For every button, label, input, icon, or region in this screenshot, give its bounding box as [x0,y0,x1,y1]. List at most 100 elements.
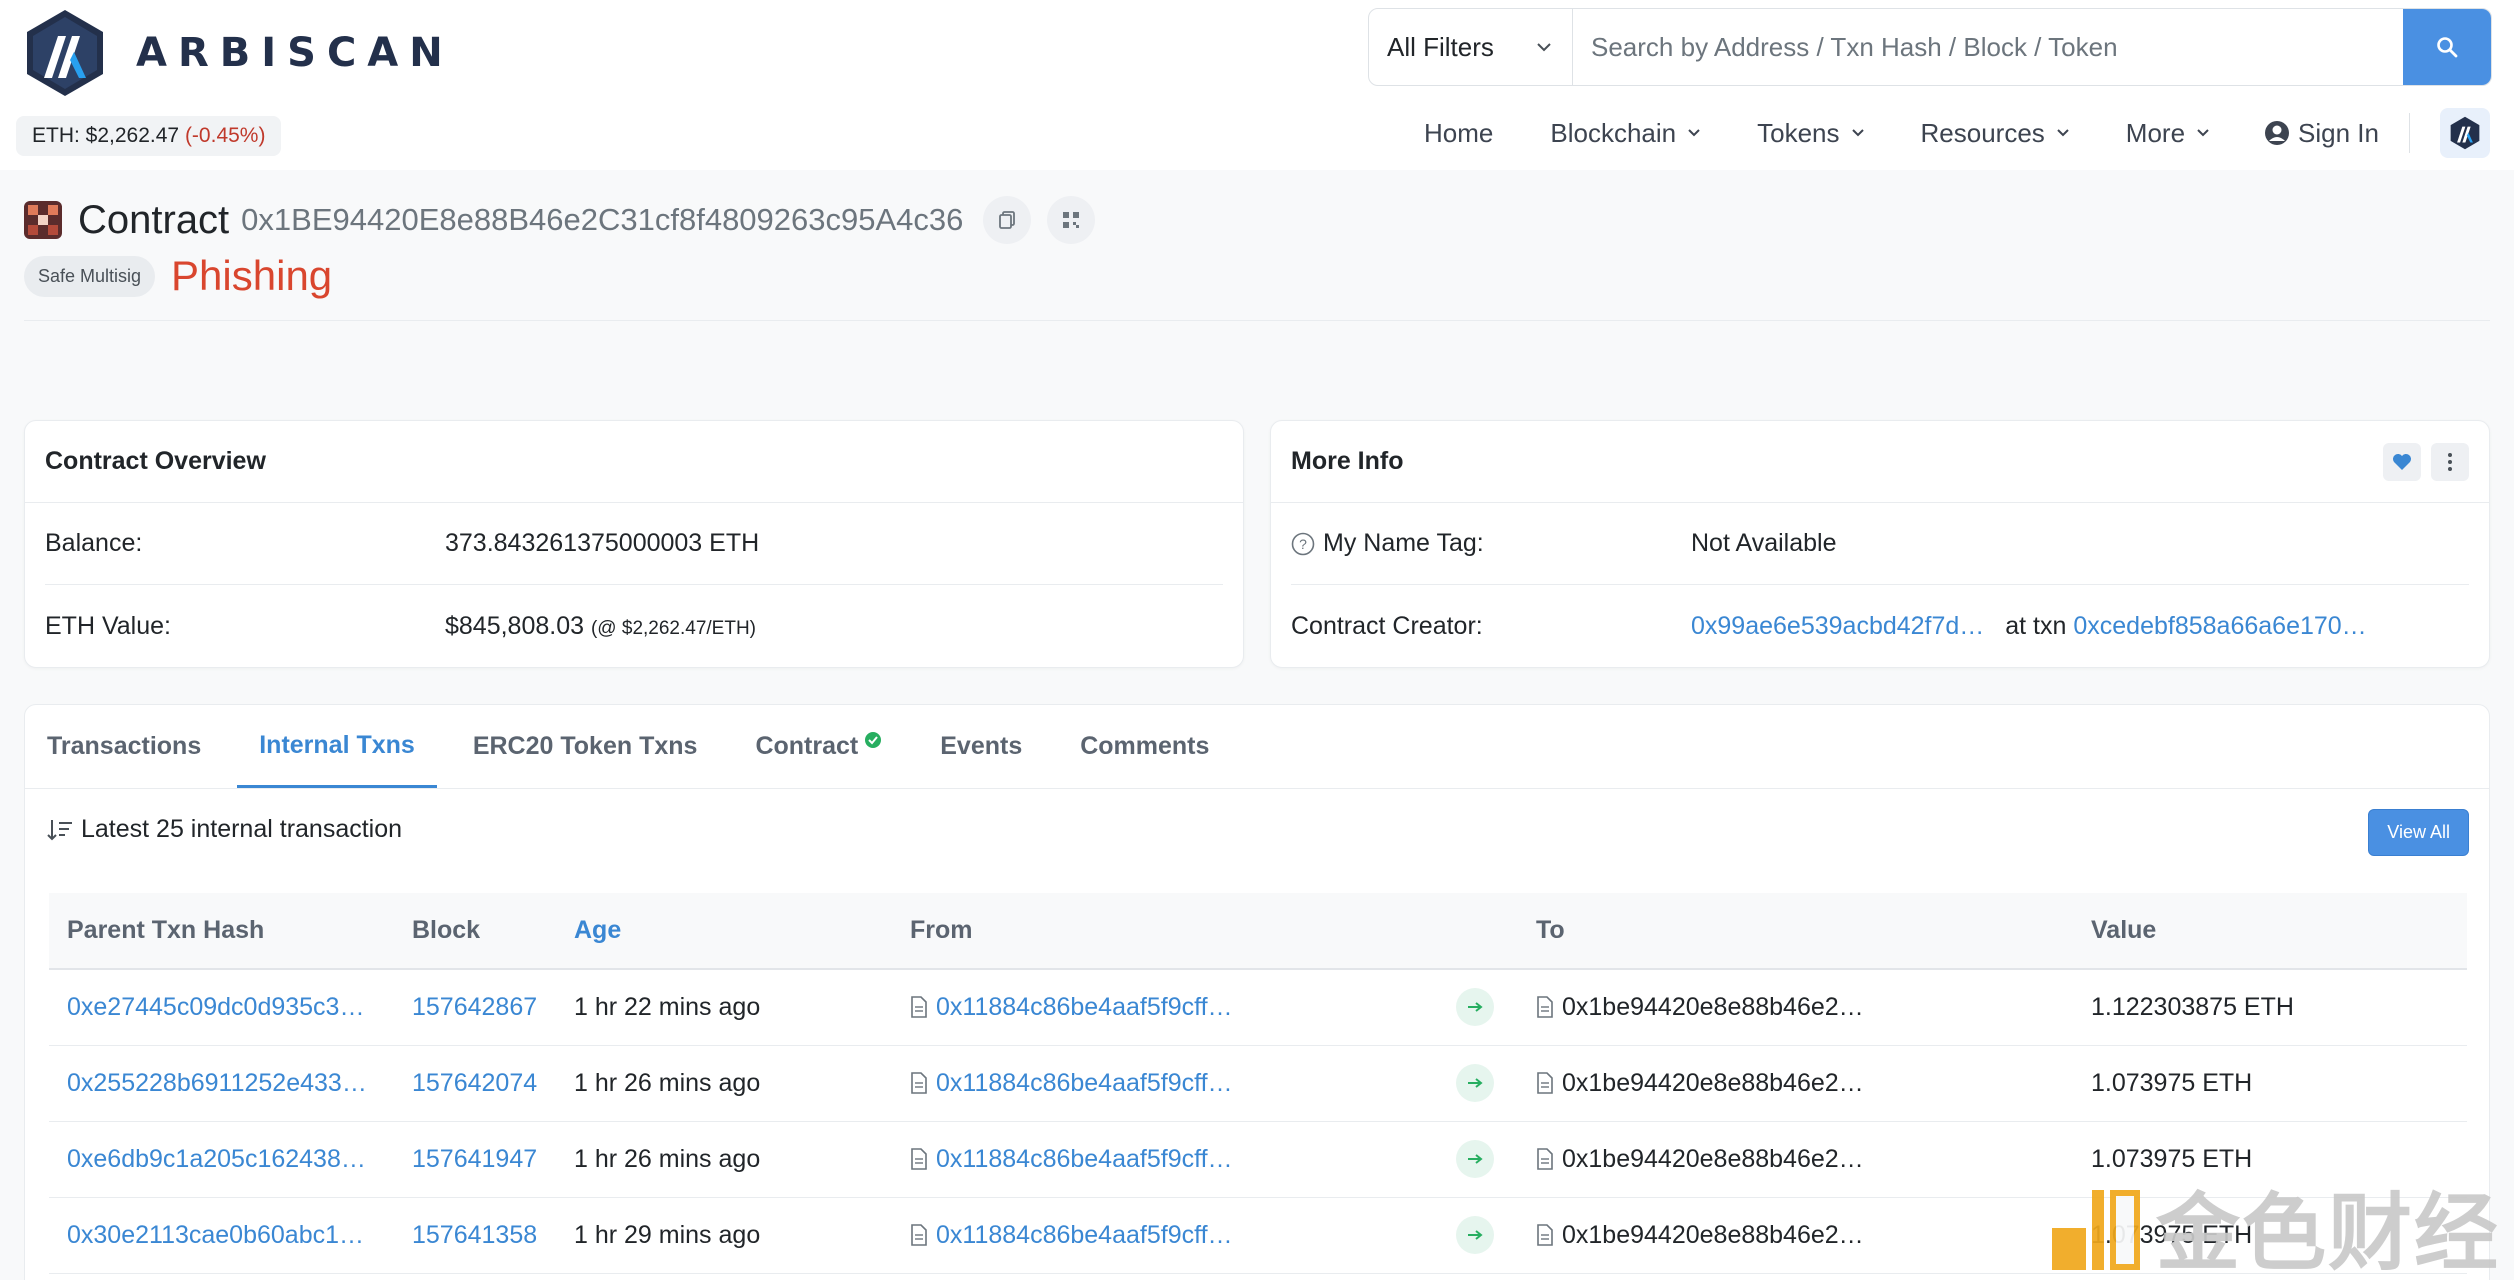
col-from: From [892,893,1438,970]
balance-label: Balance: [45,529,143,557]
block-link[interactable]: 157641947 [394,1121,556,1197]
nav-blockchain[interactable]: Blockchain [1550,113,1700,153]
safe-multisig-badge[interactable]: Safe Multisig [24,255,156,297]
eth-price-badge[interactable]: ETH: $2,262.47 (-0.45%) [16,116,282,156]
col-value: Value [2073,893,2467,970]
nav-tokens-label: Tokens [1757,117,1840,148]
col-age[interactable]: Age [556,893,892,970]
contract-creator-group: 0x99ae6e539acbd42f7d… at txn 0xcedebf858… [1691,612,2367,641]
to-address: 0x1be94420e8e88b46e2… [1562,992,1864,1021]
col-block: Block [394,893,556,970]
more-vertical-icon [2448,452,2452,471]
chevron-down-icon [1688,129,1700,137]
copy-address-button[interactable] [983,196,1032,244]
watermark-text: 金色财经 [2156,1184,2501,1280]
page-title: Contract 0x1BE94420E8e88B46e2C31cf8f4809… [24,196,1096,244]
col-parent-txn-hash: Parent Txn Hash [49,893,394,970]
nav-home[interactable]: Home [1424,113,1493,153]
at-txn-label: at txn [2005,611,2067,640]
more-options-button[interactable] [2431,442,2469,481]
to-address: 0x1be94420e8e88b46e2… [1562,1068,1864,1097]
to-address: 0x1be94420e8e88b46e2… [1562,1144,1864,1173]
parent-txn-hash-link[interactable]: 0xe27445c09dc0d935c3… [49,969,394,1045]
nav-blockchain-label: Blockchain [1550,117,1677,148]
from-address-link[interactable]: 0x11884c86be4aaf5f9cff… [936,1221,1233,1250]
contract-overview-heading: Contract Overview [25,421,1243,503]
table-row: 0xe27445c09dc0d935c3… 157642867 1 hr 22 … [49,969,2467,1045]
network-switch-button[interactable] [2440,108,2490,158]
nav-resources-label: Resources [1920,117,2045,148]
parent-txn-hash-link[interactable]: 0x30e2113cae0b60abc1… [49,1197,394,1273]
search-bar: All Filters [1368,8,2492,86]
tab-transactions[interactable]: Transactions [47,705,223,788]
direction-cell [1438,1121,1518,1197]
list-summary: Latest 25 internal transaction [47,815,402,844]
search-icon [2437,37,2458,58]
creator-txn-link[interactable]: 0xcedebf858a66a6e170… [2073,612,2366,640]
site-header: ARBISCAN ETH: $2,262.47 (-0.45%) All Fil… [0,0,2514,170]
sign-in-link[interactable]: Sign In [2264,113,2379,153]
heart-icon [2393,453,2411,470]
direction-cell [1438,969,1518,1045]
view-all-button[interactable]: View All [2368,809,2469,856]
block-link[interactable]: 157642867 [394,969,556,1045]
nav-tokens[interactable]: Tokens [1757,113,1864,153]
sign-in-label: Sign In [2298,117,2379,148]
parent-txn-hash-link[interactable]: 0xe6db9c1a205c162438… [49,1121,394,1197]
more-info-card: More Info ? My Name Tag: Not Available C… [1270,420,2490,668]
favorite-button[interactable] [2383,442,2421,481]
tab-internal-txns[interactable]: Internal Txns [237,705,437,788]
from-cell: 0x11884c86be4aaf5f9cff… [892,1045,1438,1121]
block-link[interactable]: 157642074 [394,1045,556,1121]
eth-value-label: ETH Value: [45,611,171,640]
from-cell: 0x11884c86be4aaf5f9cff… [892,1197,1438,1273]
title-divider [24,320,2490,321]
question-circle-icon[interactable]: ? [1291,532,1315,556]
tab-bar: Transactions Internal Txns ERC20 Token T… [25,705,2489,789]
site-logo[interactable]: ARBISCAN [24,8,454,98]
chevron-down-icon [1851,129,1864,137]
arrow-right-icon [1456,1064,1494,1102]
search-filter-select[interactable]: All Filters [1369,9,1573,85]
arrow-right-icon [1456,1140,1494,1178]
arrow-right-icon [1456,988,1494,1027]
search-input[interactable] [1573,9,2403,85]
nav-more[interactable]: More [2126,113,2209,153]
name-tag-label: My Name Tag: [1323,529,1484,557]
nav-home-label: Home [1424,117,1494,148]
table-header-row: Parent Txn Hash Block Age From To Value [49,893,2467,970]
contract-overview-title: Contract Overview [45,447,266,475]
brand-name: ARBISCAN [136,30,454,76]
more-info-heading: More Info [1271,421,2489,503]
contract-creator-row: Contract Creator: 0x99ae6e539acbd42f7d… … [1291,585,2469,667]
tab-erc20-token-txns[interactable]: ERC20 Token Txns [451,705,720,788]
block-link[interactable]: 157641358 [394,1197,556,1273]
copy-icon [999,211,1016,229]
from-address-link[interactable]: 0x11884c86be4aaf5f9cff… [936,1069,1233,1098]
from-address-link[interactable]: 0x11884c86be4aaf5f9cff… [936,1145,1233,1174]
nav-resources[interactable]: Resources [1921,113,2069,153]
value-cell: 1.122303875 ETH [2091,992,2294,1021]
tab-comments[interactable]: Comments [1058,705,1231,788]
parent-txn-hash-link[interactable]: 0x255228b6911252e433… [49,1045,394,1121]
col-to: To [1518,893,2073,970]
balance-row: Balance: 373.843261375000003 ETH [45,503,1223,585]
phishing-warning: Phishing [171,252,333,299]
tab-events[interactable]: Events [918,705,1044,788]
name-tag-value: Not Available [1691,529,1837,557]
search-button[interactable] [2403,9,2491,85]
more-info-title: More Info [1291,447,1404,475]
qr-code-button[interactable] [1047,196,1096,244]
creator-address-link[interactable]: 0x99ae6e539acbd42f7d… [1691,612,1984,640]
value-cell: 1.073975 ETH [2091,1068,2253,1097]
from-address-link[interactable]: 0x11884c86be4aaf5f9cff… [936,993,1233,1022]
contract-file-icon [911,1148,927,1170]
contract-file-icon [1537,1148,1553,1170]
arbitrum-logo-icon [27,10,103,96]
eth-price-change: (-0.45%) [184,124,266,147]
tab-contract[interactable]: Contract [733,705,904,788]
chevron-down-icon [1537,43,1551,52]
tab-internal-txns-label: Internal Txns [259,730,415,759]
chevron-down-icon [2057,129,2069,137]
svg-text:?: ? [1299,536,1307,552]
